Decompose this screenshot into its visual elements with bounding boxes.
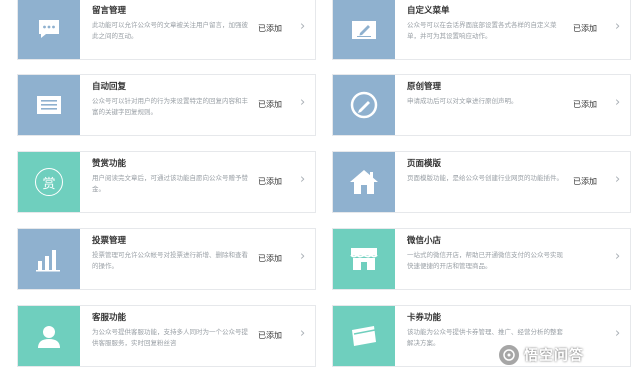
original-pen-icon xyxy=(333,75,395,135)
chevron-right-icon[interactable]: › xyxy=(300,20,305,33)
customer-service-icon xyxy=(18,306,80,366)
chevron-right-icon[interactable]: › xyxy=(300,96,305,109)
feature-status: 已添加 xyxy=(258,254,282,263)
feature-card-auto-reply[interactable]: 自动回复 公众号可以针对用户的行为来设置特定的回复内容和丰富的关键字回复规则。 … xyxy=(17,74,316,136)
feature-card-customer-service[interactable]: 客服功能 为公众号提供客服功能，支持多人同时为一个公众号提供客服服务，实时回复粉… xyxy=(17,305,316,367)
feature-description: 一站式的微信开店，帮助已开通微信支付的公众号实现快速便捷的开店和管理商品。 xyxy=(407,251,563,270)
storefront-icon xyxy=(333,229,395,289)
feature-description: 公众号可以针对用户的行为来设置特定的回复内容和丰富的关键字回复规则。 xyxy=(92,97,248,116)
feature-status: 已添加 xyxy=(258,331,282,340)
feature-title: 赞赏功能 xyxy=(92,159,127,169)
watermark-text: 悟空问答 xyxy=(524,348,584,364)
feature-card-message-management[interactable]: 留言管理 此功能可以允许公众号的文章被关注用户留言，加强彼此之间的互动。 已添加… xyxy=(17,0,316,60)
feature-title: 卡券功能 xyxy=(407,313,442,323)
feature-status: 已添加 xyxy=(258,177,282,186)
wukong-watermark: 悟空问答 xyxy=(498,338,636,372)
reward-coin-icon: 赏 xyxy=(18,152,80,212)
pencil-edit-icon xyxy=(333,0,395,59)
wukong-logo-icon xyxy=(498,344,520,366)
feature-title: 投票管理 xyxy=(92,236,127,246)
feature-description: 投票管理可允许公众帐号对投票进行新增、删除和查看的操作。 xyxy=(92,251,248,270)
feature-title: 页面模版 xyxy=(407,159,442,169)
feature-card-wechat-store[interactable]: 微信小店 一站式的微信开店，帮助已开通微信支付的公众号实现快速便捷的开店和管理商… xyxy=(332,228,631,290)
chevron-right-icon[interactable]: › xyxy=(300,173,305,186)
chevron-right-icon[interactable]: › xyxy=(615,96,620,109)
feature-status: 已添加 xyxy=(573,177,597,186)
feature-description: 公众号可以在会话界面底部设置各式各样的自定义菜单，并可为其设置响应动作。 xyxy=(407,21,557,40)
reply-list-icon xyxy=(18,75,80,135)
feature-card-page-template[interactable]: 页面模版 页面模版功能，是给公众号创建行业网页的功能插件。 已添加 › xyxy=(332,151,631,213)
chevron-right-icon[interactable]: › xyxy=(300,327,305,340)
feature-status: 已添加 xyxy=(258,100,282,109)
feature-status: 已添加 xyxy=(573,100,597,109)
feature-description: 页面模版功能，是给公众号创建行业网页的功能插件。 xyxy=(407,174,563,182)
feature-title: 微信小店 xyxy=(407,236,442,246)
home-template-icon xyxy=(333,152,395,212)
chevron-right-icon[interactable]: › xyxy=(300,250,305,263)
feature-card-reward[interactable]: 赏 赞赏功能 用户阅读完文章后，可通过该功能自愿向公众号赠予赞金。 已添加 › xyxy=(17,151,316,213)
feature-title: 自动回复 xyxy=(92,82,127,92)
feature-card-original-management[interactable]: 原创管理 申请成功后可以对文章进行原创声明。 已添加 › xyxy=(332,74,631,136)
feature-description: 此功能可以允许公众号的文章被关注用户留言，加强彼此之间的互动。 xyxy=(92,21,248,40)
message-bubble-icon xyxy=(18,0,80,59)
feature-title: 原创管理 xyxy=(407,82,442,92)
feature-description: 用户阅读完文章后，可通过该功能自愿向公众号赠予赞金。 xyxy=(92,174,248,193)
chevron-right-icon[interactable]: › xyxy=(615,173,620,186)
feature-description: 为公众号提供客服功能，支持多人同时为一个公众号提供客服服务，实时回复粉丝咨 xyxy=(92,328,248,347)
chevron-right-icon[interactable]: › xyxy=(615,20,620,33)
reward-glyph: 赏 xyxy=(42,176,56,192)
bar-chart-icon xyxy=(18,229,80,289)
feature-status: 已添加 xyxy=(258,24,282,33)
feature-status: 已添加 xyxy=(573,24,597,33)
feature-card-custom-menu[interactable]: 自定义菜单 公众号可以在会话界面底部设置各式各样的自定义菜单，并可为其设置响应动… xyxy=(332,0,631,60)
feature-title: 自定义菜单 xyxy=(407,6,450,16)
feature-title: 留言管理 xyxy=(92,6,127,16)
chevron-right-icon[interactable]: › xyxy=(615,250,620,263)
coupon-card-icon xyxy=(333,306,395,366)
feature-title: 客服功能 xyxy=(92,313,127,323)
feature-description: 申请成功后可以对文章进行原创声明。 xyxy=(407,97,518,105)
feature-card-vote-management[interactable]: 投票管理 投票管理可允许公众帐号对投票进行新增、删除和查看的操作。 已添加 › xyxy=(17,228,316,290)
